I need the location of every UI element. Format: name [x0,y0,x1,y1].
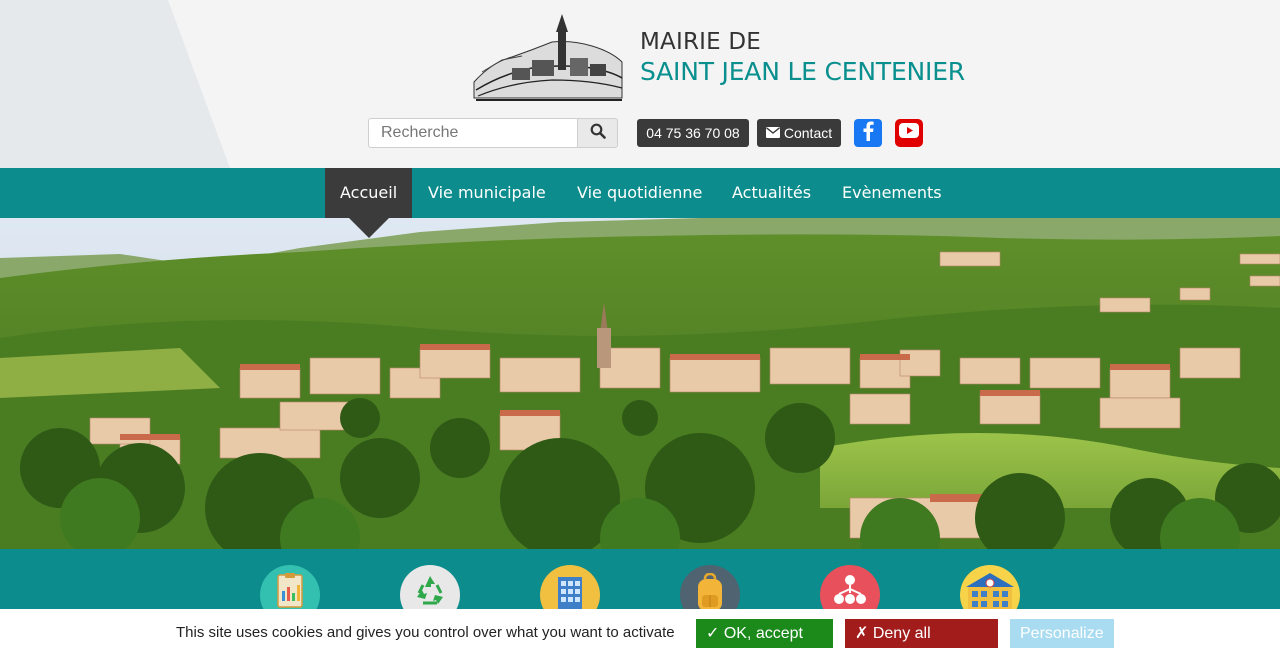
search-icon [590,123,606,144]
search-input[interactable] [368,118,577,148]
nav-item-vie-municipale[interactable]: Vie municipale [413,168,561,218]
search-form [368,118,618,148]
accept-cookies-button[interactable]: ✓ OK, accept all [696,619,833,661]
network-icon [833,573,867,612]
main-navigation: Accueil Vie municipale Vie quotidienne A… [0,168,1280,218]
deny-cookies-button[interactable]: ✗ Deny all cookies [845,619,998,661]
facebook-icon [861,121,875,146]
youtube-button[interactable] [895,119,923,147]
nav-item-accueil[interactable]: Accueil [325,168,413,218]
title-line-1: MAIRIE DE [640,29,762,55]
report-icon [275,573,305,614]
envelope-icon [765,125,780,141]
title-line-2: SAINT JEAN LE CENTENIER [640,57,965,86]
header-decoration [0,0,230,168]
youtube-icon [899,123,919,143]
site-header: MAIRIE DE SAINT JEAN LE CENTENIER 04 75 … [0,0,1280,168]
search-button[interactable] [577,118,618,148]
nav-item-vie-quotidienne[interactable]: Vie quotidienne [562,168,717,218]
facebook-button[interactable] [854,119,882,147]
recycle-icon [413,573,447,612]
contact-button[interactable]: Contact [757,119,841,147]
active-nav-indicator [349,218,389,238]
hero-village-image [0,218,1280,549]
contact-label: Contact [783,125,833,141]
village-sketch-logo[interactable] [472,12,624,102]
nav-item-evenements[interactable]: Evènements [827,168,957,218]
cookie-message: This site uses cookies and gives you con… [176,624,675,641]
nav-item-actualites[interactable]: Actualités [717,168,826,218]
phone-button[interactable]: 04 75 36 70 08 [637,119,749,147]
site-title[interactable]: MAIRIE DE SAINT JEAN LE CENTENIER [640,28,965,88]
personalize-cookies-button[interactable]: Personalize [1010,619,1114,648]
